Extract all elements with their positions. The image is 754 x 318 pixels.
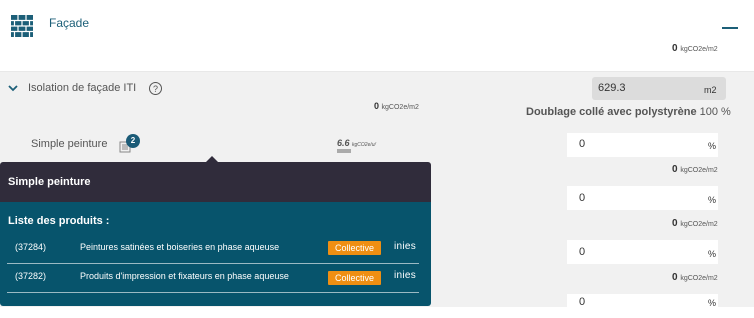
section-total: 0 kgCO2e/m2 <box>374 101 419 111</box>
material-line: Doublage collé avec polystyrène 100 % <box>526 106 731 118</box>
percent-input-4-value: 0 <box>579 296 586 308</box>
area-value: 629.3 <box>598 82 626 94</box>
row-1-total-value: 0 <box>672 164 678 175</box>
percent-input-3-value: 0 <box>579 246 586 258</box>
percent-input-2-value: 0 <box>579 192 586 204</box>
row-1-total-unit: kgCO2e/m2 <box>680 167 718 174</box>
row-3-total-unit: kgCO2e/m2 <box>680 275 718 282</box>
emission-unit: kgCO2e/u/ <box>352 142 376 148</box>
popup-subtitle: Liste des produits : <box>8 215 110 227</box>
product-2-name[interactable]: Produits d'impression et fixateurs en ph… <box>80 271 289 281</box>
percent-input-1-value: 0 <box>579 138 586 150</box>
product-2-tag: Collective <box>328 271 381 285</box>
chevron-down-icon[interactable] <box>8 83 18 93</box>
emission-value: 6.6 kgCO2e/u/ <box>337 138 376 148</box>
inies-logo-icon: inies <box>394 241 416 252</box>
header-total-value: 0 <box>672 43 678 54</box>
product-1-name[interactable]: Peintures satinées et boiseries en phase… <box>80 242 279 252</box>
row-2-total: 0 kgCO2e/m2 <box>672 218 718 229</box>
section-title[interactable]: Isolation de façade ITI <box>28 82 136 94</box>
row-2-total-unit: kgCO2e/m2 <box>680 221 718 228</box>
product-count-badge[interactable]: 2 <box>126 134 140 148</box>
percent-input-1-unit: % <box>708 141 717 151</box>
percent-input-3-unit: % <box>708 249 717 259</box>
row-3-total: 0 kgCO2e/m2 <box>672 272 718 283</box>
header-total-unit: kgCO2e/m2 <box>680 46 718 53</box>
facade-header <box>0 0 754 72</box>
percent-input-4[interactable] <box>567 294 718 318</box>
product-1-tag: Collective <box>328 241 381 255</box>
section-total-value: 0 <box>374 101 380 111</box>
material-percent: 100 % <box>699 106 731 118</box>
emission-bar <box>337 149 351 153</box>
area-unit: m2 <box>704 85 717 95</box>
row-3-total-value: 0 <box>672 272 678 283</box>
header-total: 0 kgCO2e/m2 <box>672 43 718 54</box>
material-name: Doublage collé avec polystyrène <box>526 106 697 118</box>
section-total-unit: kgCO2e/m2 <box>381 104 419 111</box>
product-2-logo: inies <box>394 270 417 281</box>
brick-wall-icon <box>11 15 33 37</box>
product-2-id: (37282) <box>15 271 47 281</box>
product-1-logo: inies <box>394 241 417 252</box>
percent-input-1[interactable] <box>567 133 718 157</box>
help-icon[interactable]: ? <box>149 82 162 95</box>
percent-input-2-unit: % <box>708 195 717 205</box>
item-label: Simple peinture <box>31 138 108 150</box>
header-title[interactable]: Façade <box>49 16 89 30</box>
row-1-total: 0 kgCO2e/m2 <box>672 164 718 175</box>
emission-number: 6.6 <box>337 138 350 148</box>
product-divider <box>7 292 419 293</box>
collapse-icon[interactable] <box>722 27 738 29</box>
inies-logo-icon: inies <box>394 270 416 281</box>
percent-input-2[interactable] <box>567 186 718 210</box>
popup-title: Simple peinture <box>8 176 91 188</box>
product-divider <box>7 263 419 264</box>
product-1-id: (37284) <box>15 242 47 252</box>
percent-input-3[interactable] <box>567 240 718 264</box>
row-2-total-value: 0 <box>672 218 678 229</box>
